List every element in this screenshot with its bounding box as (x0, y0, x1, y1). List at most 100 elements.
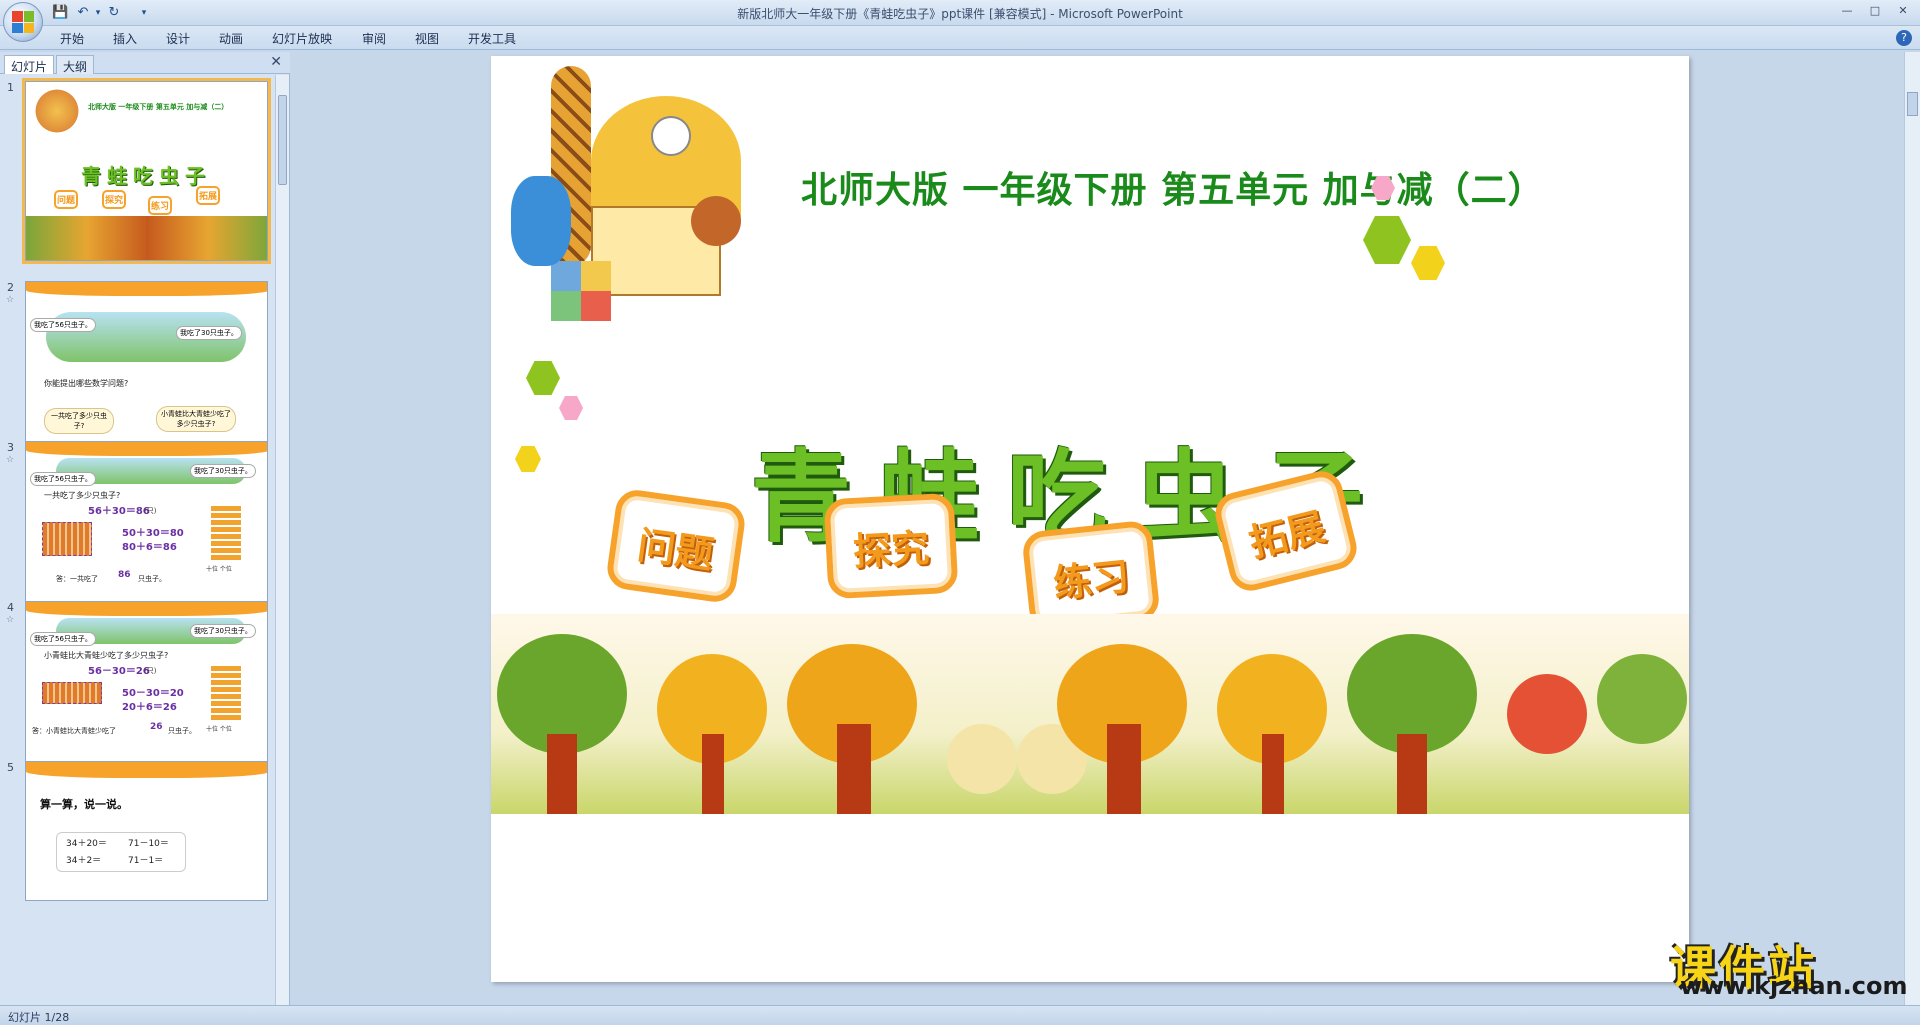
close-icon[interactable]: ✕ (270, 54, 282, 70)
thumb-button: 拓展 (196, 186, 221, 205)
animation-star-icon: ☆ (6, 615, 15, 625)
thumb-equation: 56＋30＝86 (88, 506, 150, 517)
thumb-number: 4 (7, 601, 14, 614)
tab-view[interactable]: 视图 (415, 30, 439, 47)
tab-outline[interactable]: 大纲 (56, 55, 95, 74)
title-bar: 💾 ↶ ▾ ↻ ▾ 新版北师大一年级下册《青蛙吃虫子》ppt课件 [兼容模式] … (0, 0, 1920, 42)
thumb-forest-image (26, 216, 267, 260)
thumb-equation: 56－30＝26 (88, 666, 150, 677)
thumb-calc: 34＋20＝ (66, 839, 107, 849)
thumb-button: 问题 (54, 190, 79, 209)
thumb-line: 50＋30＝80 (122, 528, 184, 539)
thumb-number: 2 (7, 281, 14, 294)
thumb-line: 20＋6＝26 (122, 702, 177, 713)
forest-banner-image (491, 614, 1689, 814)
tuozhan-label: 拓展 (1244, 503, 1330, 565)
scrollbar-thumb[interactable] (278, 95, 287, 185)
thumb-calc: 71－10＝ (128, 839, 169, 849)
thumb-answer-value: 86 (118, 570, 131, 580)
thumb-top-wave (26, 282, 267, 296)
scrollbar-thumb[interactable] (1907, 92, 1918, 116)
thumb-unit: (只) (144, 507, 157, 515)
thumb-button: 练习 (148, 196, 173, 215)
thumbnails-scrollbar[interactable] (275, 75, 289, 1005)
thumb-number: 5 (7, 761, 14, 774)
thumb-number: 3 (7, 441, 14, 454)
thumb-question: 你能提出哪些数学问题? (44, 379, 129, 388)
thumbnail-slide-5[interactable]: 算一算，说一说。 34＋20＝ 71－10＝ 34＋2＝ 71－1＝ (25, 761, 268, 901)
slides-panel: 幻灯片 大纲 ✕ 1 北师大版 一年级下册 第五单元 加与减（二） 青蛙吃虫子 … (0, 52, 290, 1005)
decor-hexagon (526, 361, 560, 395)
thumb-cartoon-image (32, 86, 82, 136)
thumb-bubble: 我吃了30只虫子。 (176, 326, 242, 340)
ribbon-tabs: 开始 插入 设计 动画 幻灯片放映 审阅 视图 开发工具 ? (0, 26, 1920, 50)
slide-subtitle: 北师大版 一年级下册 第五单元 加与减（二） (801, 170, 1545, 211)
thumb-answer-tail: 只虫子。 (138, 575, 166, 583)
thumbnail-slide-2[interactable]: 我吃了56只虫子。 我吃了30只虫子。 你能提出哪些数学问题? 一共吃了多少只虫… (25, 281, 268, 461)
thumb-sticks-image (42, 682, 102, 704)
tab-animations[interactable]: 动画 (219, 30, 243, 47)
thumbnail-slide-1[interactable]: 北师大版 一年级下册 第五单元 加与减（二） 青蛙吃虫子 问题 探究 练习 拓展 (22, 78, 271, 264)
decor-hexagon (1363, 216, 1411, 264)
thumb-bubble: 我吃了30只虫子。 (190, 464, 256, 478)
thumb-bubble: 我吃了56只虫子。 (30, 318, 96, 332)
editor-scrollbar[interactable] (1904, 52, 1920, 1005)
thumb-abacus-image (211, 666, 241, 722)
lianxi-label: 练习 (1051, 553, 1132, 606)
thumb-top-wave (26, 762, 267, 778)
status-bar: 幻灯片 1/28 (0, 1005, 1920, 1025)
thumb-number: 1 (7, 81, 14, 94)
cartoon-animals-image (491, 56, 761, 326)
maximize-button[interactable]: □ (1862, 2, 1888, 20)
slide-editor: 北师大版 一年级下册 第五单元 加与减（二） 青蛙吃虫子 问题 探究 练习 拓展 (291, 52, 1920, 1005)
animation-star-icon: ☆ (6, 295, 15, 305)
window-title: 新版北师大一年级下册《青蛙吃虫子》ppt课件 [兼容模式] - Microsof… (737, 7, 1183, 21)
tanjiu-button[interactable]: 探究 (823, 492, 959, 600)
thumb-subtitle: 北师大版 一年级下册 第五单元 加与减（二） (88, 103, 229, 111)
thumb-line: 80＋6＝86 (122, 542, 177, 553)
thumbnail-slide-3[interactable]: 我吃了56只虫子。 我吃了30只虫子。 一共吃了多少只虫子? 56＋30＝86 … (25, 441, 268, 621)
thumbnail-slide-4[interactable]: 我吃了56只虫子。 我吃了30只虫子。 小青蛙比大青蛙少吃了多少只虫子? 56－… (25, 601, 268, 781)
thumb-abacus-image (211, 506, 241, 562)
tab-slideshow[interactable]: 幻灯片放映 (272, 30, 332, 47)
tab-review[interactable]: 审阅 (362, 30, 386, 47)
thumb-cloud: 一共吃了多少只虫子? (44, 408, 114, 434)
thumb-unit: (只) (144, 667, 157, 675)
help-icon[interactable]: ? (1896, 30, 1912, 46)
thumb-calc: 34＋2＝ (66, 856, 102, 866)
slide-counter: 幻灯片 1/28 (8, 1011, 70, 1024)
close-button[interactable]: ✕ (1890, 2, 1916, 20)
thumb-line: 50－30＝20 (122, 688, 184, 699)
decor-hexagon (559, 396, 583, 420)
tab-developer[interactable]: 开发工具 (468, 30, 516, 47)
thumb-abacus-label: 十位 个位 (206, 726, 232, 733)
thumb-title: 青蛙吃虫子 (81, 164, 211, 188)
panel-tabs: 幻灯片 大纲 ✕ (0, 52, 290, 74)
thumb-bubble: 我吃了56只虫子。 (30, 472, 96, 486)
tab-insert[interactable]: 插入 (113, 30, 137, 47)
thumb-abacus-label: 十位 个位 (206, 566, 232, 573)
decor-hexagon (515, 446, 541, 472)
decor-hexagon (1411, 246, 1445, 280)
thumb-top-wave (26, 602, 267, 616)
thumb-button: 探究 (102, 190, 127, 209)
wenti-button[interactable]: 问题 (604, 487, 748, 605)
minimize-button[interactable]: — (1834, 2, 1860, 20)
thumb-sticks-image (42, 522, 92, 556)
wenti-label: 问题 (634, 522, 717, 577)
thumb-answer-value: 26 (150, 722, 163, 732)
tab-home[interactable]: 开始 (60, 30, 84, 47)
tanjiu-label: 探究 (852, 525, 931, 574)
thumb-bubble: 我吃了30只虫子。 (190, 624, 256, 638)
thumb-answer: 答：小青蛙比大青蛙少吃了 (32, 727, 116, 735)
current-slide[interactable]: 北师大版 一年级下册 第五单元 加与减（二） 青蛙吃虫子 问题 探究 练习 拓展 (491, 56, 1689, 982)
thumb-answer: 答：一共吃了 (56, 575, 98, 583)
thumb-question: 一共吃了多少只虫子? (44, 491, 121, 500)
thumb-answer-tail: 只虫子。 (168, 727, 196, 735)
office-button[interactable] (3, 2, 43, 42)
watermark-url: www.kjzhan.com (1680, 972, 1908, 1000)
slide-thumbnails: 1 北师大版 一年级下册 第五单元 加与减（二） 青蛙吃虫子 问题 探究 练习 … (0, 75, 276, 1005)
tab-design[interactable]: 设计 (166, 30, 190, 47)
thumb-cloud: 小青蛙比大青蛙少吃了多少只虫子? (156, 406, 236, 432)
tab-slides[interactable]: 幻灯片 (4, 55, 55, 74)
